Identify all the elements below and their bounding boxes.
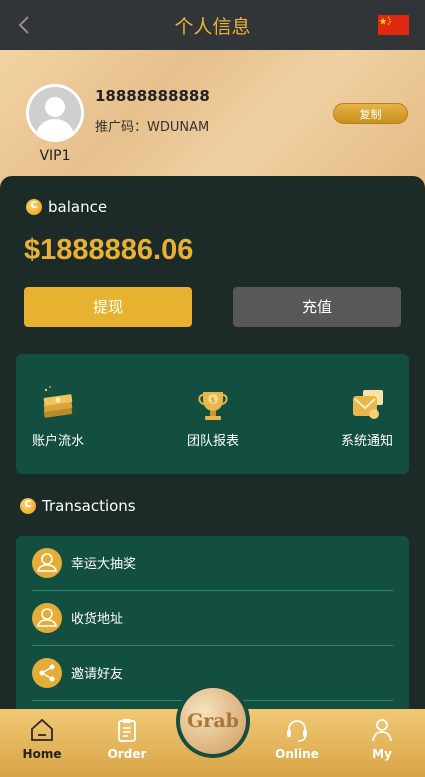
money-stack-icon [38,384,78,424]
tab-order[interactable]: Order [92,717,162,761]
coin-icon [20,497,36,514]
balance-amount: $1888886.06 [24,234,194,266]
vip-level: VIP1 [39,148,71,164]
copy-button[interactable]: 复制 [333,103,408,124]
top-bar: 个人信息 [0,0,425,50]
tab-label: Order [107,747,147,761]
balance-label: balance [48,197,108,216]
svg-text:$: $ [211,396,215,404]
tab-label: Home [22,747,62,761]
quick-links-panel: 账户流水 $ 团队报表 系统通知 [16,354,409,474]
list-item-label: 邀请好友 [71,667,124,682]
quick-link-team-report[interactable]: $ 团队报表 [163,384,263,449]
referral-label: 推广码： [95,120,148,135]
person-icon [369,717,395,743]
transactions-header: Transactions [20,496,136,515]
page-title: 个人信息 [174,16,251,38]
share-icon [32,658,62,688]
withdraw-button[interactable]: 提现 [24,287,192,327]
china-flag-icon [378,15,409,35]
tab-label: Online [275,747,319,761]
recharge-button[interactable]: 充值 [233,287,401,327]
list-item-shipping-address[interactable]: 收货地址 [32,591,393,646]
user-phone: 18888888888 [95,87,210,105]
notification-icon [347,384,387,424]
grab-label: Grab [180,688,246,754]
headset-icon [284,717,310,743]
trophy-icon: $ [193,384,233,424]
user-icon [32,603,62,633]
quick-link-label: 团队报表 [186,434,239,449]
balance-header: balance [26,197,107,216]
coin-icon [26,198,42,215]
tab-online[interactable]: Online [262,717,332,761]
quick-link-label: 账户流水 [31,434,84,449]
referral-code-row: 推广码：WDUNAM [95,116,209,135]
quick-link-label: 系统通知 [340,434,393,449]
list-item-lucky-draw[interactable]: 幸运大抽奖 [32,536,393,591]
language-flag-button[interactable] [378,15,409,35]
transactions-title: Transactions [42,496,136,515]
user-avatar-icon [29,87,81,139]
tab-home[interactable]: Home [7,717,77,761]
order-clipboard-icon [114,717,140,743]
home-icon [29,717,55,743]
user-icon [32,548,62,578]
quick-link-account-flow[interactable]: 账户流水 [8,384,108,449]
tab-my[interactable]: My [347,717,417,761]
referral-code: WDUNAM [147,120,210,135]
avatar[interactable] [26,84,84,142]
grab-button[interactable]: Grab [176,684,250,758]
quick-link-system-notice[interactable]: 系统通知 [317,384,417,449]
tab-label: My [372,747,392,761]
list-item-label: 幸运大抽奖 [71,557,137,572]
list-item-label: 收货地址 [71,612,124,627]
